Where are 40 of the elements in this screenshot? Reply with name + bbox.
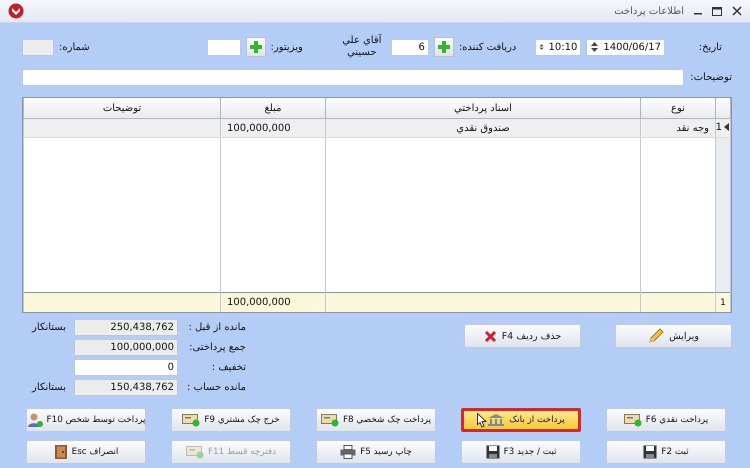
action-button[interactable]: پرداخت توسط شخص F10 [26, 408, 146, 432]
visitor-label: ویزیتور: [270, 42, 303, 52]
table-cell: وجه نقد [676, 122, 709, 134]
time-field[interactable]: 10:10 [535, 38, 582, 56]
recipient-label: دریافت کننده: [458, 42, 516, 52]
action-button[interactable]: ثبت F2 [606, 440, 726, 464]
window-title: اطلاعات پرداخت [614, 6, 684, 16]
description-label: توضیحات: [690, 72, 732, 82]
table-cell: 100,000,000 [227, 122, 291, 134]
action-button[interactable]: انصراف Esc [26, 440, 146, 464]
balance-status: بستانکار [30, 322, 66, 333]
action-button[interactable]: پرداخت چک شخصي F8 [316, 408, 436, 432]
column-header[interactable]: اسناد پرداختي [326, 98, 640, 118]
action-button[interactable]: ثبت / جدید F3 [461, 440, 581, 464]
recipient-name: آقاي علي حسيني [341, 35, 383, 59]
summary-label: تخفیف : [210, 362, 246, 373]
summary-label: جمع پرداختی: [188, 342, 246, 353]
action-button[interactable]: پرداخت از بانک [461, 408, 581, 432]
edit-button[interactable]: ویرایش [615, 324, 732, 348]
summary-field[interactable]: 0 [74, 359, 178, 376]
balance-status: بستانکار [30, 382, 66, 393]
table-cell: صندوق نقدي [456, 122, 510, 134]
summary-field[interactable]: 100,000,000 [74, 339, 178, 356]
number-label: شماره: [59, 42, 90, 52]
summary-label: مانده از قبل : [187, 322, 246, 333]
date-field[interactable]: 1400/06/17 [586, 38, 665, 56]
delete-row-button[interactable]: حذف ردیف F4 [464, 324, 581, 348]
summary-field[interactable]: 150,438,762 [74, 379, 178, 396]
summary-label: مانده حساب : [186, 382, 246, 393]
action-button[interactable]: پرداخت نقدي F6 [606, 408, 726, 432]
date-label: تاريخ: [698, 42, 723, 52]
row-count: 1 [720, 298, 726, 308]
summary-field[interactable]: 250,438,762 [74, 319, 178, 336]
recipient-code-field[interactable]: 6 [390, 38, 429, 56]
column-header[interactable]: مبلغ [220, 98, 326, 118]
column-header[interactable]: نوع [640, 98, 716, 118]
action-button[interactable]: خرج چک مشتري F9 [171, 408, 291, 432]
column-header[interactable]: توضیحات [24, 98, 220, 118]
total-cell: 100,000,000 [227, 297, 291, 308]
action-button[interactable]: چاپ رسید F5 [316, 440, 436, 464]
